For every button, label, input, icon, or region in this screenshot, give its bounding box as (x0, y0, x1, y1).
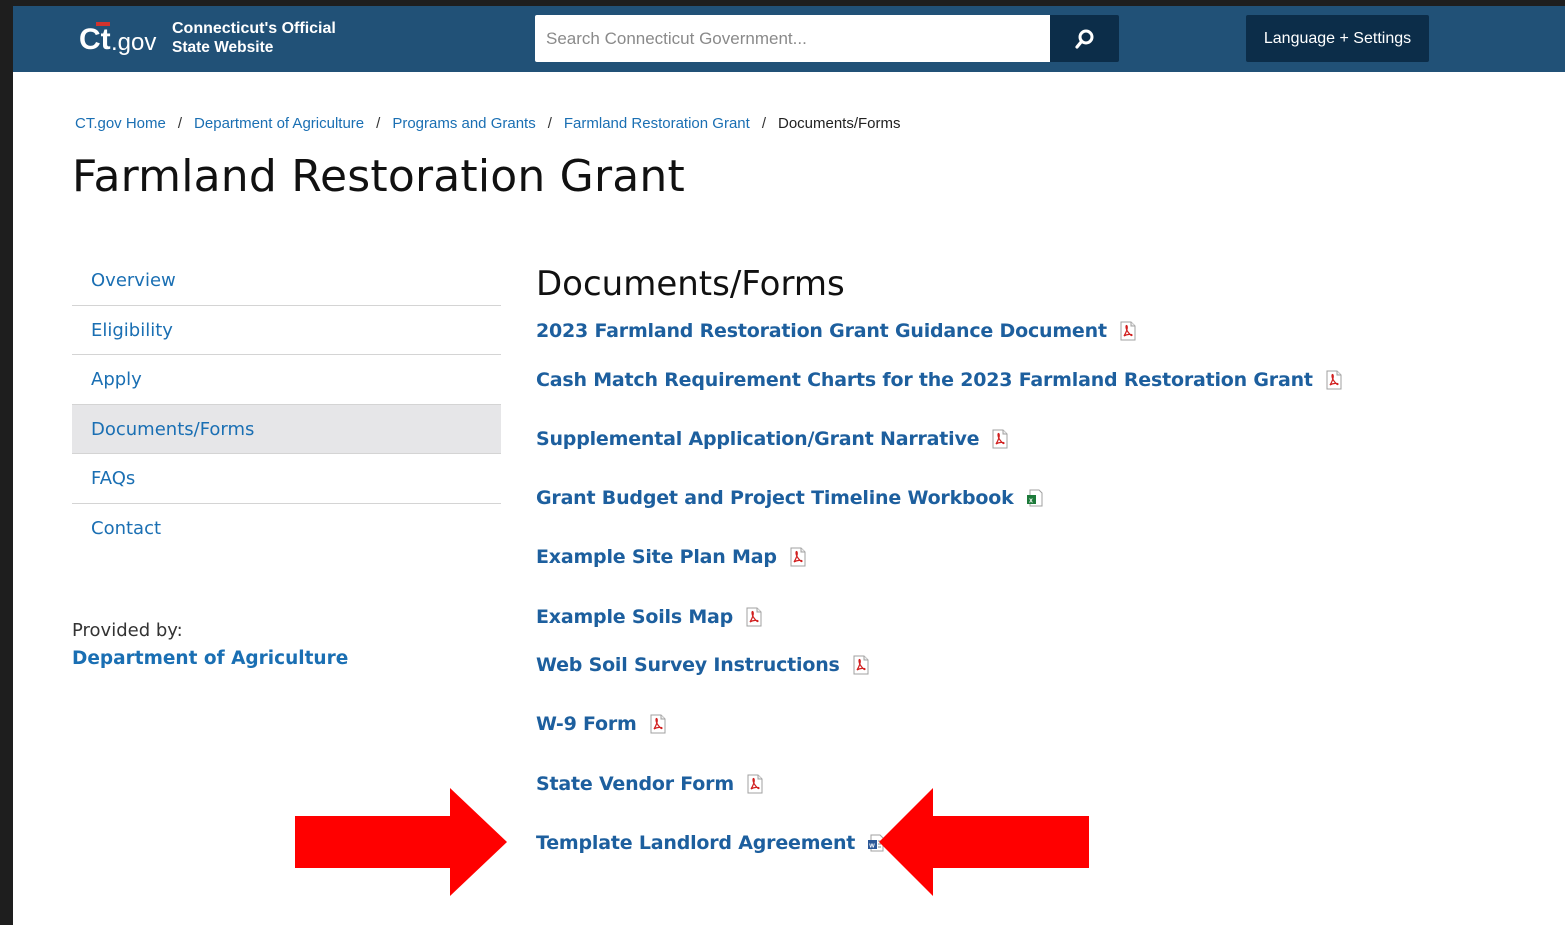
search-input[interactable] (535, 15, 1050, 62)
pdf-icon (853, 655, 869, 675)
svg-text:.gov: .gov (111, 29, 156, 56)
document-item: Web Soil Survey Instructions (536, 654, 871, 676)
svg-text:x: x (1029, 498, 1033, 505)
document-link[interactable]: Example Site Plan Map (536, 546, 777, 568)
document-item: Example Site Plan Map (536, 546, 808, 568)
document-link[interactable]: Template Landlord Agreement (536, 832, 855, 854)
document-link[interactable]: Grant Budget and Project Timeline Workbo… (536, 487, 1014, 509)
pdf-icon (992, 429, 1008, 449)
section-title: Documents/Forms (536, 264, 845, 304)
sidebar-item-overview[interactable]: Overview (72, 256, 501, 306)
tagline-line-2: State Website (172, 39, 274, 56)
document-link[interactable]: Cash Match Requirement Charts for the 20… (536, 369, 1313, 391)
document-item: Grant Budget and Project Timeline Workbo… (536, 487, 1045, 509)
site-header: Ct .gov Connecticut's Official State Web… (13, 6, 1565, 72)
pdf-icon (1120, 321, 1136, 341)
page-title: Farmland Restoration Grant (72, 151, 685, 202)
sidebar-item-apply[interactable]: Apply (72, 355, 501, 405)
breadcrumb: CT.gov Home / Department of Agriculture / Pr… (75, 115, 901, 132)
sidebar-item-documents-forms[interactable]: Documents/Forms (72, 404, 501, 454)
document-item: Supplemental Application/Grant Narrative (536, 428, 1010, 450)
sidebar-nav: Overview Eligibility Apply Documents/For… (72, 256, 501, 553)
ct-gov-logo[interactable]: Ct .gov (79, 20, 157, 58)
document-link[interactable]: 2023 Farmland Restoration Grant Guidance… (536, 320, 1107, 342)
pdf-icon (747, 774, 763, 794)
pdf-icon (650, 714, 666, 734)
provided-by-department-link[interactable]: Department of Agriculture (72, 648, 348, 669)
breadcrumb-link-programs[interactable]: Programs and Grants (392, 115, 535, 132)
pdf-icon (746, 607, 762, 627)
breadcrumb-current: Documents/Forms (777, 115, 901, 132)
search-icon (1074, 29, 1093, 49)
annotation-arrow-left (879, 788, 1089, 896)
ct-gov-logo-mark: Ct .gov (79, 22, 156, 56)
breadcrumb-link-department[interactable]: Department of Agriculture (194, 115, 364, 132)
pdf-icon (790, 547, 806, 567)
document-item: State Vendor Form (536, 773, 765, 795)
document-item: Example Soils Map (536, 606, 764, 628)
search-button[interactable] (1050, 15, 1119, 62)
annotation-arrow-right (295, 788, 507, 896)
document-link[interactable]: Supplemental Application/Grant Narrative (536, 428, 980, 450)
browser-page: Ct .gov Connecticut's Official State Web… (13, 6, 1565, 925)
document-link[interactable]: Web Soil Survey Instructions (536, 654, 840, 676)
breadcrumb-link-grant[interactable]: Farmland Restoration Grant (564, 115, 750, 132)
excel-icon: x (1026, 489, 1043, 507)
sidebar-item-faqs[interactable]: FAQs (72, 454, 501, 504)
document-item: Cash Match Requirement Charts for the 20… (536, 369, 1344, 391)
sidebar-item-contact[interactable]: Contact (72, 504, 501, 554)
svg-text:w: w (868, 843, 875, 850)
document-item: W-9 Form (536, 713, 668, 735)
tagline-line-1: Connecticut's Official (172, 20, 336, 37)
document-link[interactable]: Example Soils Map (536, 606, 733, 628)
document-item: Template Landlord Agreement w (536, 832, 886, 854)
provided-by-label: Provided by: (72, 620, 183, 641)
site-tagline: Connecticut's Official State Website (172, 19, 336, 57)
pdf-icon (1326, 370, 1342, 390)
document-link[interactable]: W-9 Form (536, 713, 637, 735)
sidebar-item-eligibility[interactable]: Eligibility (72, 306, 501, 355)
breadcrumb-link-home[interactable]: CT.gov Home (75, 115, 166, 132)
language-settings-button[interactable]: Language + Settings (1246, 15, 1429, 62)
document-item: 2023 Farmland Restoration Grant Guidance… (536, 320, 1138, 342)
document-link[interactable]: State Vendor Form (536, 773, 734, 795)
svg-text:Ct: Ct (79, 23, 111, 56)
provided-by: Provided by: Department of Agriculture (72, 620, 348, 669)
